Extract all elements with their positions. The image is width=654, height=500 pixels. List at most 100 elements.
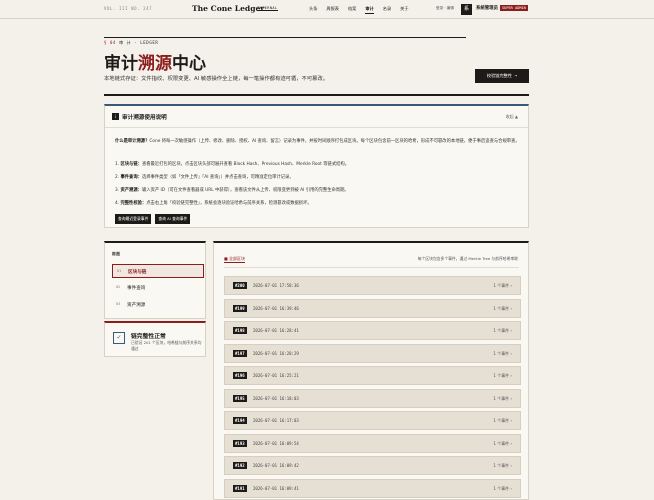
user-name[interactable]: 系统管理员 [476, 5, 498, 11]
block-event-count[interactable]: 1 个事件 › [493, 396, 512, 402]
info-icon: i [112, 113, 119, 120]
tab-index: 02 [116, 285, 121, 289]
nav-item-audit[interactable]: 审计 [365, 6, 374, 14]
block-row[interactable]: #200 2026-07-01 17:58:36 1 个事件 › [224, 276, 521, 295]
view-tabs-heading: 视图 [112, 252, 121, 256]
page-subtitle: 本地链式存证：文件指纹、权限变更、AI 敏感操作全上链，每一笔操作都有迹可循，不… [104, 76, 329, 82]
verify-chain-button[interactable]: 校验链完整性 → [475, 69, 529, 83]
nav-item-weekly[interactable]: 周报表 [326, 6, 339, 14]
view-tabs: 视图 01 区块与链 02 事件查询 03 资产溯源 [104, 241, 206, 319]
block-number: #195 [233, 394, 247, 402]
panel-divider [224, 267, 519, 268]
guide-intro: 什么是审计溯源？Cone 将每一次敏感操作（上传、修改、删除、授权、AI 查询、… [115, 138, 523, 145]
block-event-count[interactable]: 1 个事件 › [493, 283, 512, 289]
tab-asset-trace[interactable]: 03 资产溯源 [112, 298, 204, 312]
guide-steps: 1. 区块与链：查看最近打包的区块，点击区块头部可展开查看 Block Hash… [115, 161, 523, 213]
block-row[interactable]: #192 2026-07-01 16:09:42 1 个事件 › [224, 456, 521, 475]
query-login-events-button[interactable]: 查询最近登录事件 [115, 214, 152, 224]
block-event-count[interactable]: 1 个事件 › [493, 328, 512, 334]
block-number: #191 [233, 484, 247, 492]
block-number: #194 [233, 417, 247, 424]
guide-actions: 查询最近登录事件 查询 AI 查询事件 [115, 214, 191, 224]
block-row[interactable]: #197 2026-07-01 16:28:29 1 个事件 › [224, 343, 521, 363]
tab-all-blocks[interactable]: ■ 全部区块 [224, 256, 246, 263]
status-title: 链完整性正常 [131, 334, 166, 340]
block-number: #199 [233, 304, 247, 312]
guide-step: 2. 事件查询：选择事件类型（如「文件上传」「AI 查询」）并点击查询，可精准定… [115, 175, 294, 180]
block-event-count[interactable]: 1 个事件 › [493, 463, 512, 469]
block-row[interactable]: #199 2026-07-01 16:39:46 1 个事件 › [224, 298, 521, 318]
section-label: 审 计 · LEDGER [119, 40, 159, 45]
block-number: #197 [233, 349, 247, 357]
block-timestamp: 2026-07-01 16:09:54 [253, 440, 299, 446]
chain-status-card: ✓ 链完整性正常 已验证 201 个区块，哈希链与前序关系均通过 [104, 321, 206, 357]
block-timestamp: 2026-07-01 16:17:03 [253, 418, 299, 423]
brand-logo[interactable]: The Cone Ledger [192, 4, 264, 13]
block-timestamp: 2026-07-01 16:09:41 [253, 485, 299, 491]
header-rule [104, 37, 466, 38]
nav-item-directory[interactable]: 名录 [383, 6, 391, 14]
block-row[interactable]: #196 2026-07-01 16:25:21 1 个事件 › [224, 366, 521, 385]
guide-title: 审计溯源使用说明 [122, 115, 167, 121]
nav-item-headlines[interactable]: 头条 [309, 6, 317, 14]
block-timestamp: 2026-07-01 16:09:42 [253, 463, 299, 468]
block-row[interactable]: #193 2026-07-01 16:09:54 1 个事件 › [224, 433, 521, 453]
block-row[interactable]: #191 2026-07-01 16:09:41 1 个事件 › [224, 478, 521, 498]
nav-item-archive[interactable]: 档案 [348, 6, 356, 14]
tab-label: 区块与链 [128, 270, 147, 275]
block-number: #193 [233, 439, 247, 447]
guide-intro-lead: 什么是审计溯源？ [115, 139, 150, 144]
block-timestamp: 2026-07-01 16:25:21 [253, 373, 299, 378]
internal-badge: INTERNAL [257, 6, 278, 11]
blocks-description: 每个区块包含多个事件，通过 Merkle Tree 与前序哈希串联 [417, 256, 518, 261]
query-ai-events-button[interactable]: 查询 AI 查询事件 [155, 214, 191, 224]
step-title: 资产溯源： [120, 188, 142, 193]
step-title: 区块与链： [120, 162, 142, 167]
guide-header[interactable]: i 审计溯源使用说明 收起 ▲ [105, 106, 528, 128]
guide-intro-text: Cone 将每一次敏感操作（上传、修改、删除、授权、AI 查询、留言）记录为事件… [149, 139, 520, 144]
title-pre: 审计 [104, 54, 138, 74]
block-event-count[interactable]: 1 个事件 › [493, 486, 512, 492]
guide-step: 1. 区块与链：查看最近打包的区块，点击区块头部可展开查看 Block Hash… [115, 162, 349, 167]
block-event-count[interactable]: 1 个事件 › [493, 373, 512, 379]
block-event-count[interactable]: 1 个事件 › [493, 351, 512, 357]
tab-blocks-chain[interactable]: 01 区块与链 [112, 264, 204, 278]
top-bar: VOL. III NO. 247 The Cone Ledger INTERNA… [0, 0, 654, 19]
block-number: #198 [233, 327, 247, 334]
block-number: #192 [233, 462, 247, 469]
main-nav: 头条 周报表 档案 审计 名录 关于 [309, 6, 409, 14]
tab-index: 01 [117, 269, 122, 273]
block-row[interactable]: #198 2026-07-01 16:28:41 1 个事件 › [224, 321, 521, 340]
status-description: 已验证 201 个区块，哈希链与前序关系均通过 [131, 340, 202, 351]
step-text: 查看最近打包的区块，点击区块头部可展开查看 Block Hash、Previou… [141, 162, 349, 167]
block-row[interactable]: #195 2026-07-01 16:18:03 1 个事件 › [224, 388, 521, 408]
step-text: 输入资产 ID（可在文件查看器或 URL 中获得），查看该文件从上传、权限变更到… [141, 188, 349, 193]
usage-guide: i 审计溯源使用说明 收起 ▲ 什么是审计溯源？Cone 将每一次敏感操作（上传… [104, 104, 529, 228]
role-badge: SUPER ADMIN [500, 5, 528, 11]
block-row[interactable]: #194 2026-07-01 16:17:03 1 个事件 › [224, 411, 521, 430]
tab-label: 资产溯源 [127, 303, 146, 308]
guide-step: 3. 资产溯源：输入资产 ID（可在文件查看器或 URL 中获得），查看该文件从… [115, 188, 349, 193]
block-timestamp: 2026-07-01 17:58:36 [253, 283, 299, 288]
nav-item-about[interactable]: 关于 [400, 6, 408, 14]
section-eyebrow: § 04 审 计 · LEDGER [104, 40, 158, 46]
guide-step: 4. 完整性校验：点击右上角「校验链完整性」，系统会逐块验证哈希与前序关系，检测… [115, 201, 312, 206]
title-post: 中心 [172, 54, 206, 74]
block-timestamp: 2026-07-01 16:18:03 [253, 395, 299, 401]
step-title: 事件查询： [120, 175, 142, 180]
block-event-count[interactable]: 1 个事件 › [493, 441, 512, 447]
block-number: #200 [233, 282, 247, 289]
issue-label: VOL. III NO. 247 [104, 6, 153, 11]
block-timestamp: 2026-07-01 16:39:46 [253, 305, 299, 311]
tab-index: 03 [116, 302, 121, 306]
block-event-count[interactable]: 1 个事件 › [493, 418, 512, 424]
check-icon: ✓ [113, 332, 125, 344]
avatar[interactable]: 系 [461, 4, 472, 15]
tab-label: 事件查询 [127, 286, 146, 291]
page-title: 审计溯源中心 [104, 49, 206, 74]
tab-event-query[interactable]: 02 事件查询 [112, 281, 204, 295]
step-text: 点击右上角「校验链完整性」，系统会逐块验证哈希与前序关系，检测篡改或数据损坏。 [146, 201, 312, 206]
block-timestamp: 2026-07-01 16:28:41 [253, 328, 299, 333]
block-event-count[interactable]: 1 个事件 › [493, 306, 512, 312]
collapse-toggle[interactable]: 收起 ▲ [506, 114, 518, 120]
